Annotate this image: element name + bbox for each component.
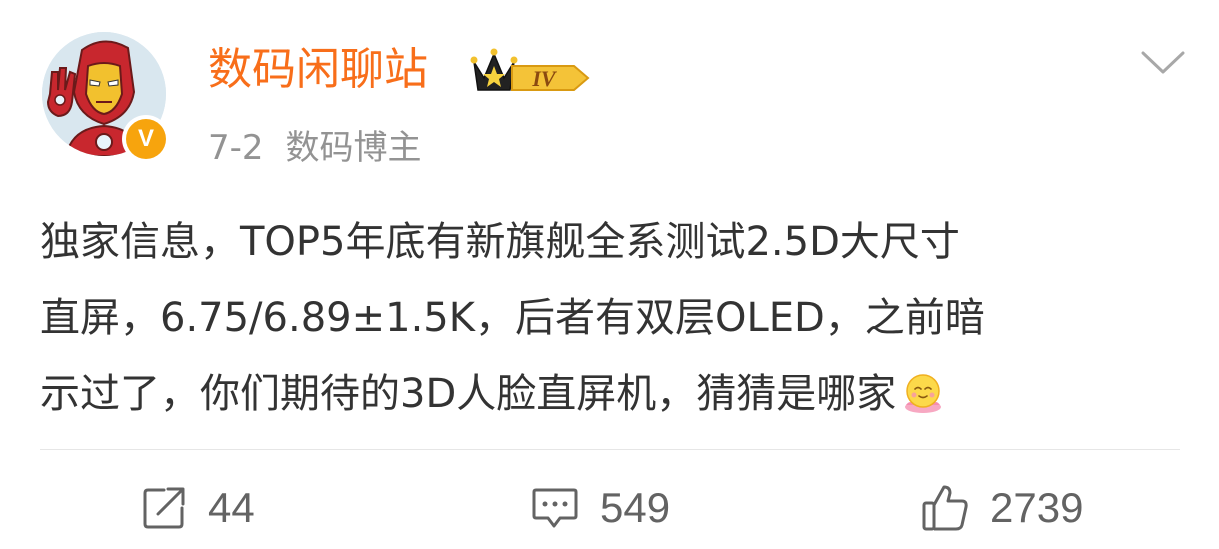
post-content[interactable]: 独家信息，TOP5年底有新旗舰全系测试2.5D大尺寸 直屏，6.75/6.89±… [40, 204, 1190, 432]
content-line: 独家信息，TOP5年底有新旗舰全系测试2.5D大尺寸 [40, 219, 960, 265]
post-source: 数码博主 [285, 128, 422, 168]
crown-level-badge-icon[interactable]: IV [468, 44, 596, 98]
thumbs-up-icon [922, 485, 968, 531]
repost-button[interactable]: 44 [140, 482, 255, 534]
comment-button[interactable]: 549 [530, 482, 670, 534]
post-meta: 7-2 数码博主 [208, 124, 444, 172]
smiling-face-emoji-icon [905, 374, 942, 413]
comment-icon [532, 488, 578, 528]
comment-count: 549 [600, 484, 671, 531]
like-button[interactable]: 2739 [920, 482, 1083, 534]
chevron-down-icon[interactable] [1140, 48, 1186, 78]
post-date: 7-2 [208, 128, 264, 168]
divider [40, 449, 1180, 450]
level-badge-text: IV [531, 66, 558, 91]
like-count: 2739 [990, 484, 1084, 531]
content-line: 直屏，6.75/6.89±1.5K，后者有双层OLED，之前暗 [40, 295, 985, 341]
verified-badge: V [122, 115, 170, 163]
repost-count: 44 [208, 484, 255, 531]
content-line: 示过了，你们期待的3D人脸直屏机，猜猜是哪家 [40, 371, 897, 417]
author-name[interactable]: 数码闲聊站 [208, 42, 428, 98]
verified-v-icon: V [126, 119, 166, 159]
content-line-last: 示过了，你们期待的3D人脸直屏机，猜猜是哪家 [40, 356, 1190, 432]
repost-icon [143, 487, 185, 529]
